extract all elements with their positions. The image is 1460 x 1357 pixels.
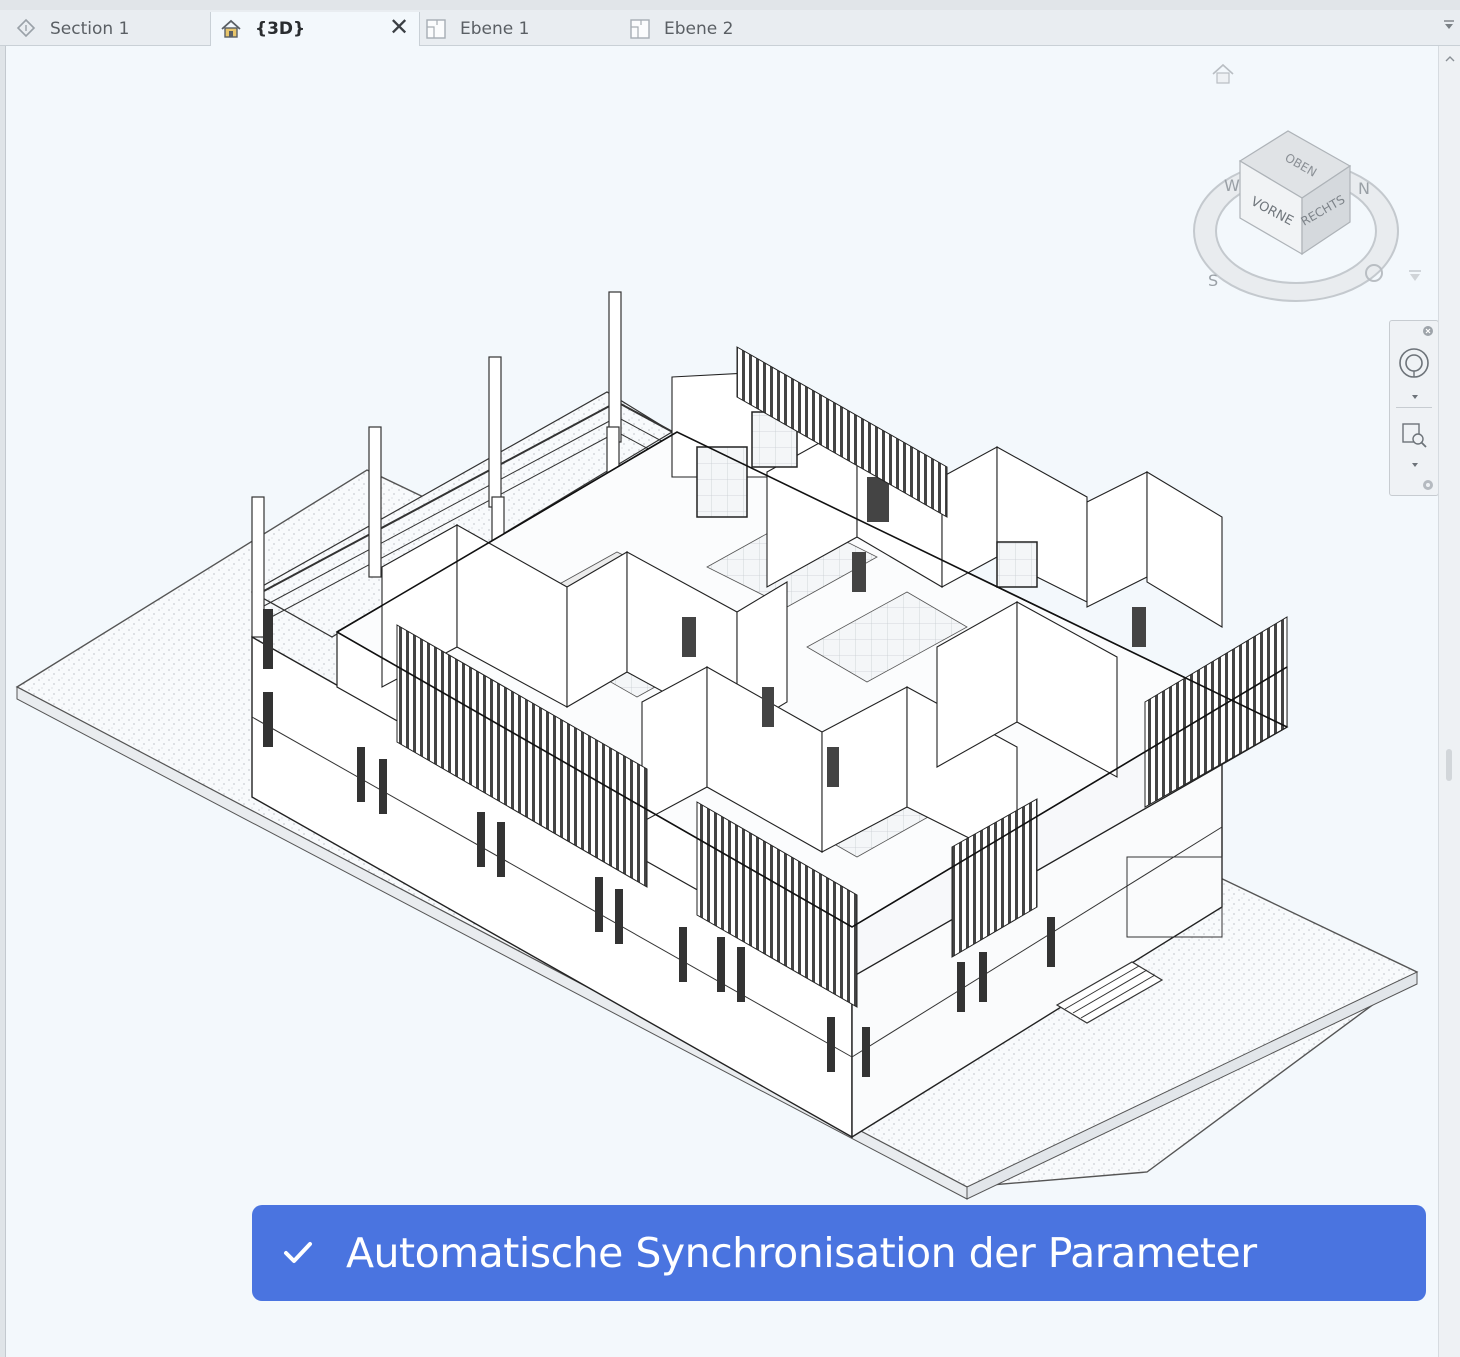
navbar-separator [1396,407,1432,408]
tab-section-1[interactable]: Section 1 [14,12,209,46]
compass-north-label[interactable]: N [1358,179,1370,198]
tab-label: {3D} [255,19,306,39]
chevron-down-icon[interactable] [1410,393,1420,401]
view-tab-bar: Section 1 {3D} ✕ Ebene 1 Ebene 2 [0,0,1460,46]
floorplan-icon [628,17,652,41]
left-panel-edge [0,46,6,1357]
navigation-bar [1389,320,1439,496]
compass-south-label[interactable]: S [1208,271,1218,290]
scrollbar-thumb[interactable] [1446,749,1452,781]
banner-message: Automatische Synchronisation der Paramet… [346,1229,1257,1277]
tab-overflow-icon[interactable] [1442,18,1456,32]
viewcube-menu-icon[interactable] [1406,268,1424,284]
zoom-region-icon[interactable] [1400,421,1428,449]
check-icon [284,1242,312,1263]
revit-view-window: Section 1 {3D} ✕ Ebene 1 Ebene 2 OBEN VO… [0,0,1460,1357]
tab-label: Ebene 1 [460,19,530,39]
floorplan-icon [424,17,448,41]
compass-west-label[interactable]: W [1224,176,1240,195]
scroll-up-icon[interactable] [1444,54,1456,64]
viewcube-home-icon[interactable] [1210,62,1236,86]
viewcube[interactable]: OBEN VORNE RECHTS W N S [1188,126,1408,306]
sync-notification-banner: Automatische Synchronisation der Paramet… [252,1205,1426,1301]
navbar-settings-icon[interactable] [1422,479,1434,491]
tab-ebene-1[interactable]: Ebene 1 [424,12,624,46]
tab-close-button[interactable]: ✕ [389,15,411,39]
chevron-down-icon[interactable] [1410,461,1420,469]
vertical-scrollbar[interactable] [1438,46,1460,1357]
home-icon [219,17,243,41]
3d-viewport[interactable]: OBEN VORNE RECHTS W N S [7,47,1438,1357]
tab-ebene-2[interactable]: Ebene 2 [628,12,828,46]
tab-label: Section 1 [50,19,130,39]
steering-wheel-icon[interactable] [1398,347,1430,379]
tab-label: Ebene 2 [664,19,734,39]
section-icon [14,17,38,41]
navbar-close-icon[interactable] [1422,325,1434,337]
